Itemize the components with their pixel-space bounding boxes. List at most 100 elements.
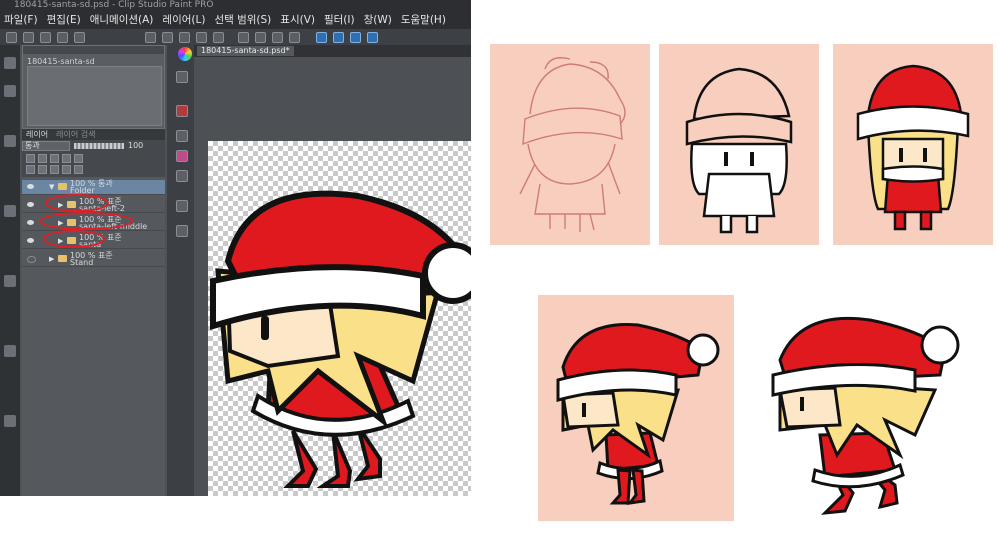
hand-icon[interactable] <box>4 345 16 357</box>
fill-icon[interactable] <box>4 205 16 217</box>
canvas-area[interactable] <box>194 57 471 496</box>
expand-arrow-icon[interactable]: ▶ <box>49 255 54 263</box>
brush-icon[interactable] <box>4 85 16 97</box>
panel-header <box>23 46 164 54</box>
annotation-circle <box>45 194 109 212</box>
red-swatch-icon[interactable] <box>176 105 188 117</box>
reference-icon[interactable] <box>50 154 59 163</box>
snap-icon[interactable] <box>255 31 266 43</box>
draft-icon[interactable] <box>62 154 71 163</box>
search-layer-icon[interactable] <box>176 200 188 212</box>
menu-animation[interactable]: 애니메이션(A) <box>86 11 159 29</box>
layer-name-label: Stand <box>70 258 94 267</box>
eye-icon[interactable] <box>27 220 34 225</box>
layer-row-folder-main[interactable]: ▼ 100 % 통과 Folder <box>22 180 165 195</box>
eye-icon[interactable] <box>27 256 36 263</box>
clip-icon[interactable] <box>38 154 47 163</box>
layer-icon[interactable] <box>316 31 327 43</box>
save-icon[interactable] <box>74 31 85 43</box>
eye-icon[interactable] <box>27 238 34 243</box>
menu-window[interactable]: 창(W) <box>360 11 397 29</box>
navigator-panel: 180415-santa-sd <box>22 45 165 129</box>
zoom-icon[interactable] <box>4 415 16 427</box>
layer-list: ▼ 100 % 통과 Folder ▶ 100 % 표준 santa-left-… <box>22 177 165 496</box>
material-icon[interactable] <box>176 130 188 142</box>
menu-layer[interactable]: 레이어(L) <box>158 11 210 29</box>
colored-drawing <box>856 64 970 231</box>
colored-stage-panel <box>833 44 993 245</box>
menu-edit[interactable]: 편집(E) <box>43 11 86 29</box>
menu-bar: 파일(F) 편집(E) 애니메이션(A) 레이어(L) 선택 범위(S) 표시(… <box>0 11 471 29</box>
santa-character-canvas <box>210 190 471 488</box>
lock-icon[interactable] <box>26 154 35 163</box>
palette-icon[interactable] <box>176 71 188 83</box>
undo-icon[interactable] <box>145 31 156 43</box>
merge-icon[interactable] <box>62 165 71 174</box>
opacity-slider[interactable] <box>74 142 124 149</box>
collapse-icon[interactable] <box>23 31 34 43</box>
layer-toolbar <box>22 151 165 177</box>
text-icon[interactable] <box>4 275 16 287</box>
layer-panel-tabs: 레이어 레이어 검색 <box>22 129 165 140</box>
expand-arrow-icon[interactable]: ▼ <box>49 183 54 191</box>
new-file-icon[interactable] <box>40 31 51 43</box>
color-wheel-icon[interactable] <box>178 47 192 61</box>
layer-icon[interactable] <box>350 31 361 43</box>
mask-icon[interactable] <box>74 154 83 163</box>
delete-layer-icon[interactable] <box>74 165 83 174</box>
walking-pose-panel <box>765 295 965 525</box>
new-folder-icon[interactable] <box>50 165 59 174</box>
eraser-icon[interactable] <box>4 135 16 147</box>
layer-icon[interactable] <box>367 31 378 43</box>
history-icon[interactable] <box>176 225 188 237</box>
navigator-preview[interactable] <box>27 66 162 126</box>
side-view-drawing <box>556 323 720 505</box>
blend-row: 통과 100 <box>22 140 165 151</box>
app-window: 180415-santa-sd.psd - Clip Studio Paint … <box>0 0 471 496</box>
canvas-tab[interactable]: 180415-santa-sd.psd* <box>197 46 294 56</box>
clear-icon[interactable] <box>179 31 190 43</box>
eye-icon[interactable] <box>27 202 34 207</box>
layer-property-icon[interactable] <box>176 170 188 182</box>
command-toolbar <box>0 29 471 45</box>
folder-icon <box>58 183 67 190</box>
new-vector-layer-icon[interactable] <box>38 165 47 174</box>
blend-mode-select[interactable]: 통과 <box>22 140 70 151</box>
menu-filter[interactable]: 필터(I) <box>320 11 360 29</box>
redo-icon[interactable] <box>162 31 173 43</box>
annotation-circle <box>43 230 105 248</box>
lineart-drawing <box>685 67 793 234</box>
window-title: 180415-santa-sd.psd - Clip Studio Paint … <box>0 0 471 11</box>
eye-icon[interactable] <box>27 184 34 189</box>
subtool-column <box>167 45 194 496</box>
open-file-icon[interactable] <box>57 31 68 43</box>
lineart-stage-panel <box>659 44 819 245</box>
menu-view[interactable]: 표시(V) <box>276 11 320 29</box>
tab-layer[interactable]: 레이어 <box>22 129 52 140</box>
ruler-icon[interactable] <box>289 31 300 43</box>
folder-icon <box>58 255 67 262</box>
snap-icon[interactable] <box>238 31 249 43</box>
collapse-icon[interactable] <box>6 31 17 43</box>
tab-layer-search[interactable]: 레이어 검색 <box>52 129 99 140</box>
opacity-value: 100 <box>128 141 144 150</box>
color-set-icon[interactable] <box>176 150 188 162</box>
annotation-circle <box>39 212 133 230</box>
menu-file[interactable]: 파일(F) <box>0 11 43 29</box>
side-view-panel <box>538 295 734 521</box>
tool-strip <box>0 45 20 496</box>
layer-row-stand[interactable]: ▶ 100 % 표준 Stand <box>22 252 165 267</box>
pen-icon[interactable] <box>4 57 16 69</box>
fill-icon[interactable] <box>196 31 207 43</box>
navigator-file-label: 180415-santa-sd <box>27 57 95 66</box>
sketch-drawing <box>519 57 626 232</box>
transform-icon[interactable] <box>213 31 224 43</box>
layer-icon[interactable] <box>333 31 344 43</box>
walking-drawing <box>771 316 960 515</box>
canvas-document[interactable] <box>208 141 471 496</box>
new-layer-icon[interactable] <box>26 165 35 174</box>
sketch-stage-panel <box>490 44 650 245</box>
menu-selection[interactable]: 선택 범위(S) <box>210 11 276 29</box>
ruler-icon[interactable] <box>272 31 283 43</box>
menu-help[interactable]: 도움말(H) <box>397 11 451 29</box>
